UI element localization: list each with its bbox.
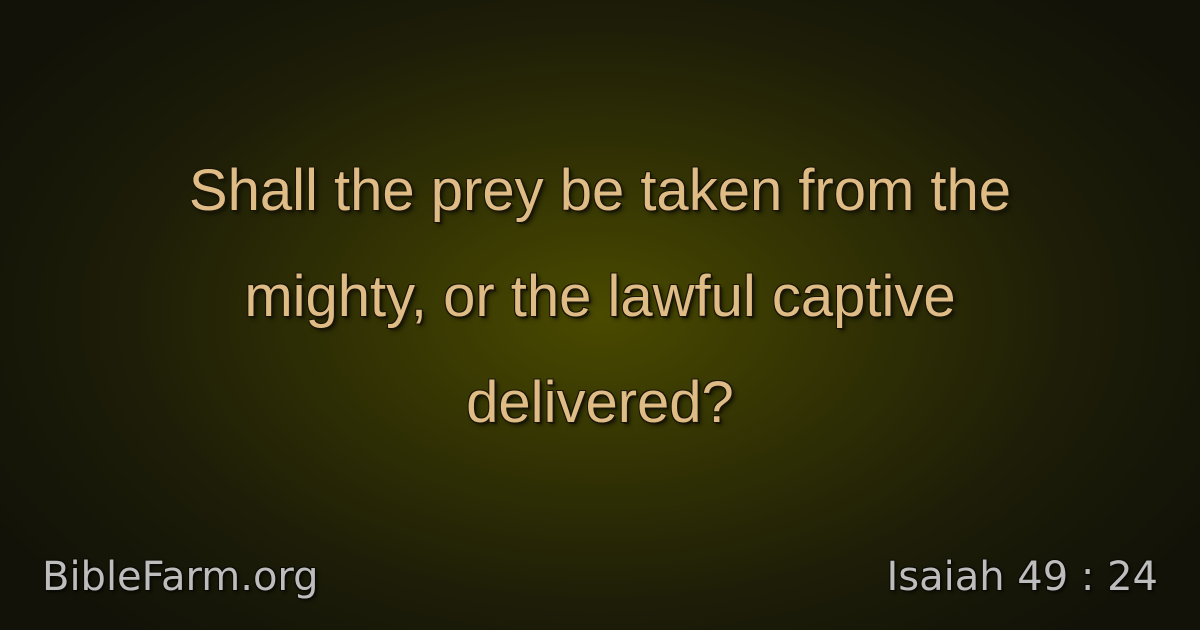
verse-image-canvas: Shall the prey be taken from the mighty,…	[0, 0, 1200, 630]
verse-line-1: Shall the prey be taken from the	[188, 158, 1012, 223]
verse-text: Shall the prey be taken from the mighty,…	[30, 138, 1170, 456]
site-watermark: BibleFarm.org	[42, 554, 319, 600]
verse-line-2: mighty, or the lawful captive	[244, 264, 956, 329]
verse-reference: Isaiah 49 : 24	[886, 554, 1158, 600]
verse-line-3: delivered?	[466, 370, 734, 435]
